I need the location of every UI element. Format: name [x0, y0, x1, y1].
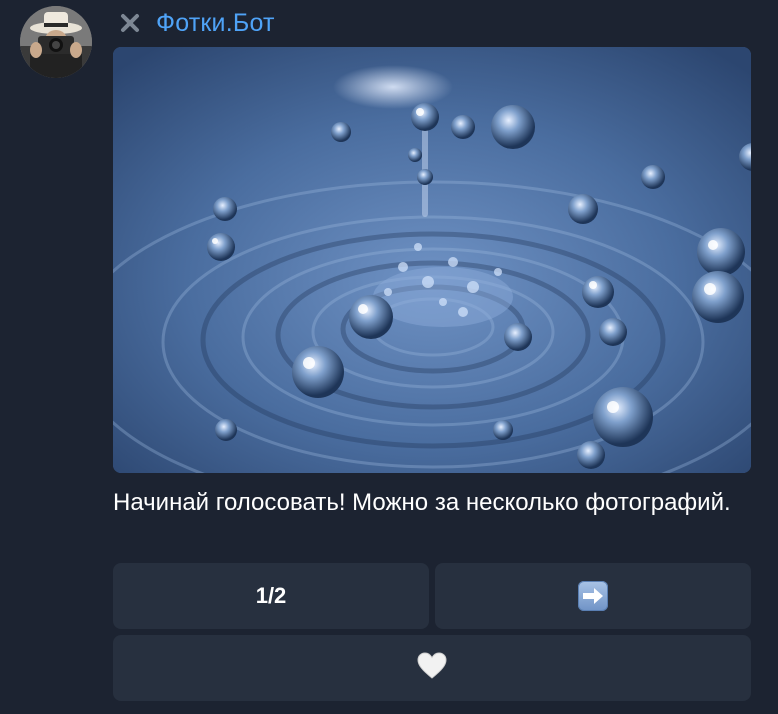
white-heart-icon: [417, 651, 447, 685]
avatar-photographer-image: [20, 6, 92, 78]
bot-avatar[interactable]: [20, 6, 92, 78]
water-droplet-photo-icon: [113, 47, 751, 473]
sender-name[interactable]: Фотки.Бот: [156, 9, 275, 38]
next-button[interactable]: [435, 563, 751, 629]
message-photo[interactable]: [113, 47, 751, 473]
right-arrow-icon: [578, 581, 608, 611]
close-icon[interactable]: [118, 11, 142, 35]
like-button[interactable]: [113, 635, 751, 701]
message-text: Начинай голосовать! Можно за несколько ф…: [113, 489, 731, 516]
page-indicator-label: 1/2: [255, 583, 287, 608]
chat-view: Фотки.Бот Начинай голосовать! Можно за н…: [0, 0, 778, 714]
page-indicator-button[interactable]: 1/2: [113, 563, 429, 629]
sender-row: Фотки.Бот: [118, 8, 275, 38]
